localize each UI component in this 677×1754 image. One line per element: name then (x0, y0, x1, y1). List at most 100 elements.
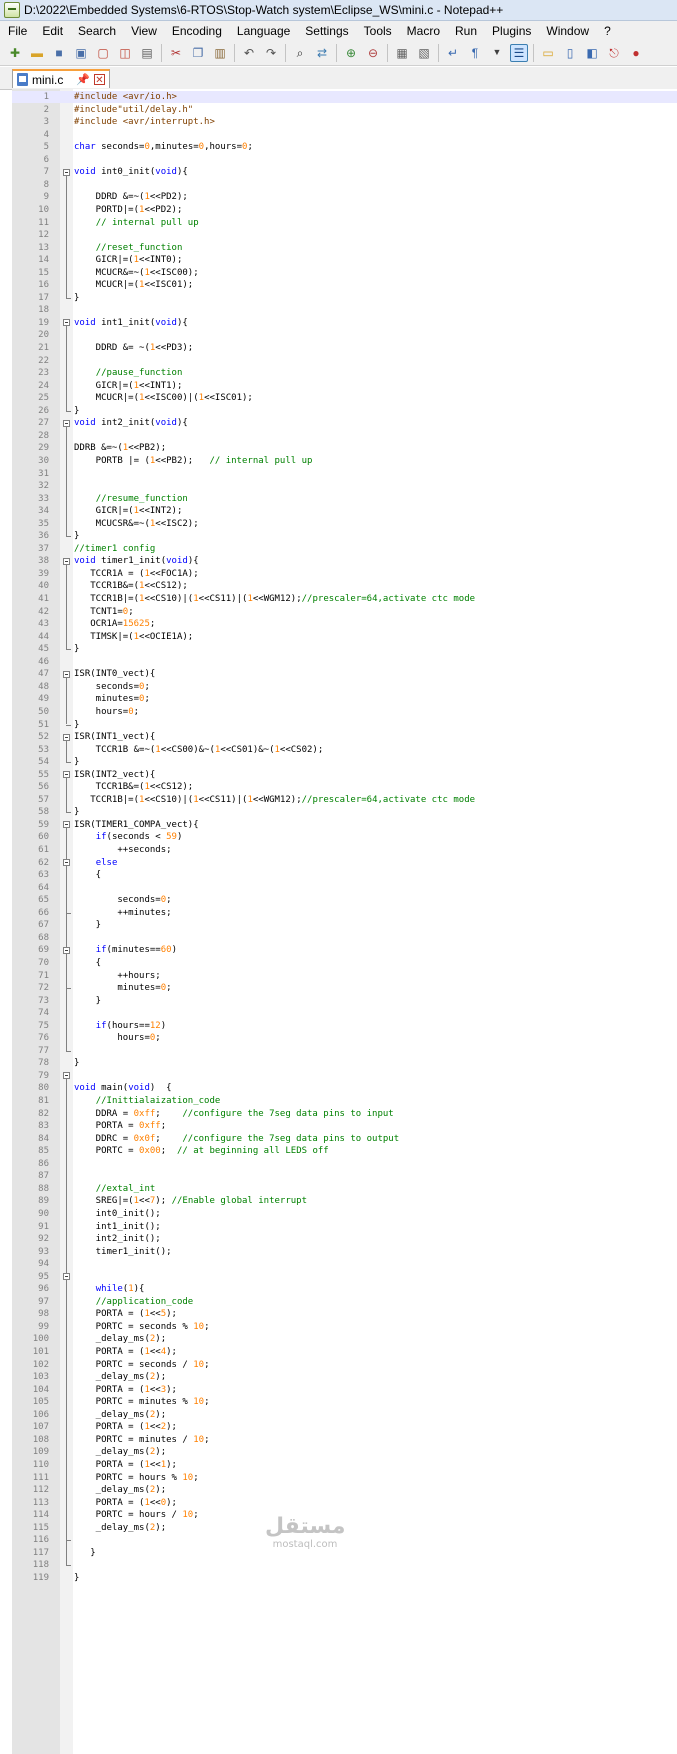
sync-horizontal-icon[interactable]: ▧ (415, 44, 433, 62)
code-line[interactable]: 101 PORTA = (1<<4); (12, 1346, 677, 1358)
code-line[interactable]: 58} (12, 806, 677, 818)
code-line[interactable]: 118 (12, 1559, 677, 1571)
code-line[interactable]: 43 OCR1A=15625; (12, 618, 677, 630)
code-line[interactable]: 80 void main(void) { (12, 1082, 677, 1094)
copy-icon[interactable]: ❐ (189, 44, 207, 62)
code-line[interactable]: 77 (12, 1045, 677, 1057)
pin-icon[interactable]: 📌 (76, 73, 90, 86)
indent-guide-icon[interactable]: ☰ (510, 43, 528, 62)
fold-toggle-icon[interactable] (63, 859, 70, 867)
document-map-icon[interactable]: ▯ (561, 44, 579, 62)
code-line[interactable]: 71 ++hours; (12, 970, 677, 982)
code-line[interactable]: 105 PORTC = minutes % 10; (12, 1396, 677, 1408)
code-line[interactable]: 22 (12, 355, 677, 367)
code-line[interactable]: 107 PORTA = (1<<2); (12, 1421, 677, 1433)
fold-toggle-icon[interactable] (63, 1072, 70, 1080)
code-line[interactable]: 76 hours=0; (12, 1032, 677, 1044)
code-line[interactable]: 109 _delay_ms(2); (12, 1446, 677, 1458)
fold-toggle-icon[interactable] (63, 946, 70, 954)
code-line[interactable]: 98 PORTA = (1<<5); (12, 1308, 677, 1320)
code-line[interactable]: 87 (12, 1170, 677, 1182)
code-line[interactable]: 66 ++minutes; (12, 907, 677, 919)
code-line[interactable]: 45} (12, 643, 677, 655)
menu-encoding[interactable]: Encoding (172, 24, 222, 38)
code-line[interactable]: 27 void int2_init(void){ (12, 417, 677, 429)
macro-record-icon[interactable]: ● (627, 44, 645, 62)
code-line[interactable]: 92 int2_init(); (12, 1233, 677, 1245)
code-line[interactable]: 59 ISR(TIMER1_COMPA_vect){ (12, 819, 677, 831)
code-line[interactable]: 57 TCCR1B|=(1<<CS10)|(1<<CS11)|(1<<WGM12… (12, 794, 677, 806)
code-line[interactable]: 52 ISR(INT1_vect){ (12, 731, 677, 743)
code-line[interactable]: 64 (12, 882, 677, 894)
menu-view[interactable]: View (131, 24, 157, 38)
close-file-icon[interactable]: ▢ (94, 44, 112, 62)
code-line[interactable]: 73 } (12, 995, 677, 1007)
code-line[interactable]: 33 //resume_function (12, 493, 677, 505)
open-file-icon[interactable]: ▬ (28, 44, 46, 62)
code-line[interactable]: 112 _delay_ms(2); (12, 1484, 677, 1496)
menu-file[interactable]: File (8, 24, 27, 38)
menu-settings[interactable]: Settings (305, 24, 348, 38)
code-line[interactable]: 38 void timer1_init(void){ (12, 555, 677, 567)
code-line[interactable]: 69 if(minutes==60) (12, 944, 677, 956)
code-line[interactable]: 39 TCCR1A = (1<<FOC1A); (12, 568, 677, 580)
fold-toggle-icon[interactable] (63, 319, 70, 327)
menu-plugins[interactable]: Plugins (492, 24, 531, 38)
sync-vertical-icon[interactable]: ▦ (393, 44, 411, 62)
code-line[interactable]: 13 //reset_function (12, 242, 677, 254)
code-line[interactable]: 4 (12, 129, 677, 141)
dropdown-arrow-icon[interactable]: ▼ (488, 44, 506, 62)
code-line[interactable]: 3 #include <avr/interrupt.h> (12, 116, 677, 128)
code-line[interactable]: 54} (12, 756, 677, 768)
redo-icon[interactable]: ↷ (262, 44, 280, 62)
fold-toggle-icon[interactable] (63, 821, 70, 829)
code-line[interactable]: 95 (12, 1271, 677, 1283)
code-line[interactable]: 37 //timer1 config (12, 543, 677, 555)
code-line[interactable]: 29 DDRB &=~(1<<PB2); (12, 442, 677, 454)
code-line[interactable]: 104 PORTA = (1<<3); (12, 1384, 677, 1396)
fold-toggle-icon[interactable] (63, 771, 70, 779)
code-line[interactable]: 46 (12, 656, 677, 668)
menu-help[interactable]: ? (604, 24, 611, 38)
code-line[interactable]: 24 GICR|=(1<<INT1); (12, 380, 677, 392)
code-line[interactable]: 67 } (12, 919, 677, 931)
close-all-icon[interactable]: ◫ (116, 44, 134, 62)
menu-edit[interactable]: Edit (42, 24, 63, 38)
fold-toggle-icon[interactable] (63, 670, 70, 678)
code-line[interactable]: 31 (12, 468, 677, 480)
code-line[interactable]: 16 MCUCR|=(1<<ISC01); (12, 279, 677, 291)
code-line[interactable]: 110 PORTA = (1<<1); (12, 1459, 677, 1471)
monitoring-icon[interactable]: ⎋ (605, 44, 623, 62)
code-line[interactable]: 7 void int0_init(void){ (12, 166, 677, 178)
menu-macro[interactable]: Macro (407, 24, 440, 38)
code-line[interactable]: 86 (12, 1158, 677, 1170)
code-line[interactable]: 72 minutes=0; (12, 982, 677, 994)
save-icon[interactable]: ■ (50, 44, 68, 62)
replace-icon[interactable]: ⇄ (313, 44, 331, 62)
code-line[interactable]: 19 void int1_init(void){ (12, 317, 677, 329)
zoom-out-icon[interactable]: ⊖ (364, 44, 382, 62)
code-line[interactable]: 85 PORTC = 0x00; // at beginning all LED… (12, 1145, 677, 1157)
code-line[interactable]: 60 if(seconds < 59) (12, 831, 677, 843)
code-line[interactable]: 74 (12, 1007, 677, 1019)
code-line[interactable]: 14 GICR|=(1<<INT0); (12, 254, 677, 266)
code-line[interactable]: 68 (12, 932, 677, 944)
code-line[interactable]: 18 (12, 304, 677, 316)
code-line[interactable]: 83 PORTA = 0xff; (12, 1120, 677, 1132)
code-line[interactable]: 81 //Inittialaization_code (12, 1095, 677, 1107)
code-line[interactable]: 75 if(hours==12) (12, 1020, 677, 1032)
code-line[interactable]: 40 TCCR1B&=(1<<CS12); (12, 580, 677, 592)
fold-toggle-icon[interactable] (63, 557, 70, 565)
code-line[interactable]: 6 (12, 154, 677, 166)
close-tab-icon[interactable]: ✕ (94, 74, 105, 86)
code-line[interactable]: 10 PORTD|=(1<<PD2); (12, 204, 677, 216)
code-line[interactable]: 42 TCNT1=0; (12, 606, 677, 618)
code-line[interactable]: 35 MCUCSR&=~(1<<ISC2); (12, 518, 677, 530)
fold-toggle-icon[interactable] (63, 419, 70, 427)
code-line[interactable]: 113 PORTA = (1<<0); (12, 1497, 677, 1509)
cut-icon[interactable]: ✂ (167, 44, 185, 62)
new-file-icon[interactable]: ✚ (6, 44, 24, 62)
code-line[interactable]: 78} (12, 1057, 677, 1069)
code-line[interactable]: 21 DDRD &= ~(1<<PD3); (12, 342, 677, 354)
code-line[interactable]: 44 TIMSK|=(1<<OCIE1A); (12, 631, 677, 643)
